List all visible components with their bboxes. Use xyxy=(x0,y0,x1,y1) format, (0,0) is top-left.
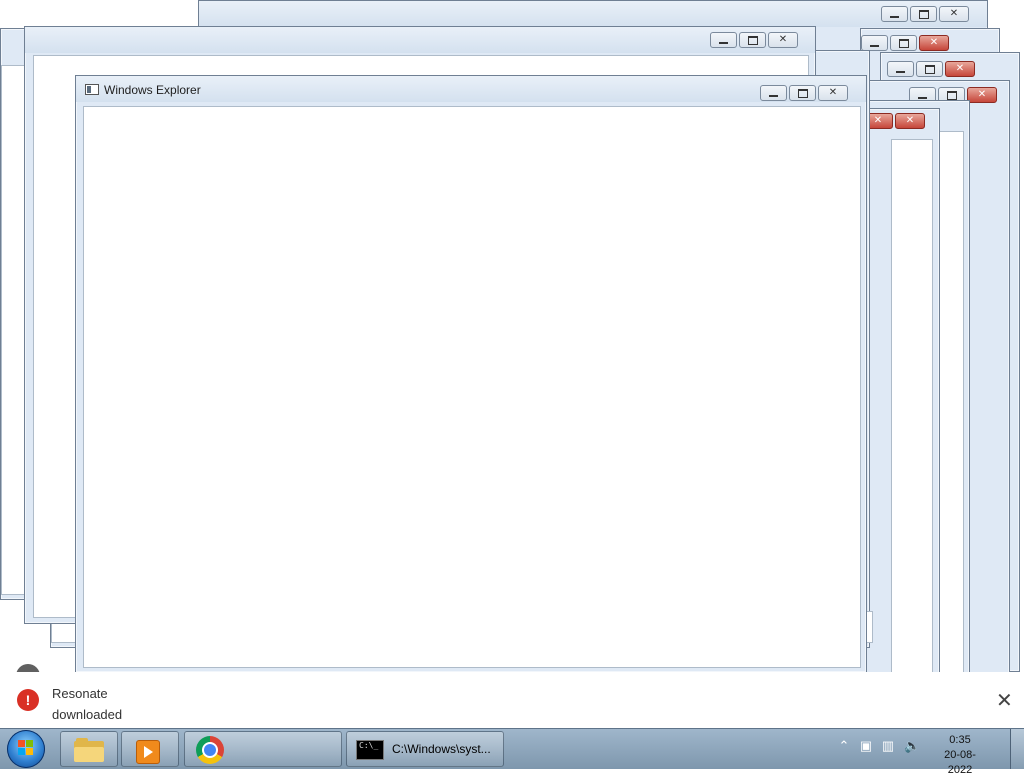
windows-explorer-caption-buttons: ✕ xyxy=(760,85,848,101)
taskbar: C:\_ C:\Windows\syst... ⌃ ▣ ▥ 🔈 0:35 20-… xyxy=(0,728,1024,776)
minimize-icon xyxy=(719,42,728,44)
close-button[interactable]: ✕ xyxy=(768,32,798,48)
close-button[interactable]: ✕ xyxy=(818,85,848,101)
minimize-icon xyxy=(890,16,899,18)
clock-date: 20-08-2022 xyxy=(944,749,976,776)
minimize-icon xyxy=(769,95,778,97)
minimize-icon xyxy=(896,71,905,73)
explorer-window-back-caption-buttons: ✕ xyxy=(710,32,798,48)
windows-explorer-icon xyxy=(74,738,104,762)
maximize-button[interactable] xyxy=(890,35,917,51)
close-icon: ✕ xyxy=(955,63,965,74)
download-notification: ! Resonate downloaded ✕ xyxy=(0,672,1024,728)
minimize-icon xyxy=(918,97,927,99)
windows-explorer-window[interactable]: Windows Explorer ✕ xyxy=(75,75,867,673)
maximize-icon xyxy=(898,38,909,48)
bg-window-1-titlebar xyxy=(199,1,987,27)
explorer-window-back-titlebar[interactable] xyxy=(25,27,815,53)
bg-window-3-caption-buttons: ✕ xyxy=(861,35,949,51)
maximize-icon xyxy=(924,64,935,74)
system-clock[interactable]: 0:35 20-08-2022 xyxy=(935,733,985,778)
minimize-button[interactable] xyxy=(710,32,737,48)
taskbar-windows-explorer[interactable] xyxy=(60,731,118,767)
windows-explorer-client xyxy=(83,106,861,668)
maximize-icon xyxy=(797,88,808,98)
notification-text: Resonate downloaded xyxy=(52,683,122,725)
command-prompt-icon: C:\_ xyxy=(356,740,384,760)
close-icon: ✕ xyxy=(977,89,987,100)
start-button[interactable] xyxy=(7,730,45,768)
close-icon: ✕ xyxy=(929,37,939,48)
minimize-icon xyxy=(870,45,879,47)
media-player-icon xyxy=(136,740,160,764)
maximize-button[interactable] xyxy=(739,32,766,48)
error-icon-glyph: ! xyxy=(25,692,31,708)
bg-window-1-caption-buttons: ✕ xyxy=(881,6,969,22)
maximize-button[interactable] xyxy=(910,6,937,22)
maximize-button[interactable] xyxy=(916,61,943,77)
window-title: Windows Explorer xyxy=(104,83,201,97)
show-hidden-icons-chevron-icon[interactable]: ⌃ xyxy=(836,737,852,755)
volume-icon[interactable]: 🔈 xyxy=(904,737,920,755)
command-prompt-label: C:\Windows\syst... xyxy=(392,742,491,756)
network-disconnected-icon[interactable]: ▥ xyxy=(880,737,896,755)
bg-window-7-caption-buttons: ✕ ✕ xyxy=(863,113,925,129)
close-button[interactable]: ✕ xyxy=(967,87,997,103)
close-button[interactable]: ✕ xyxy=(919,35,949,51)
window-app-icon xyxy=(85,84,99,95)
action-center-flag-icon[interactable]: ▣ xyxy=(858,737,874,755)
maximize-icon xyxy=(747,35,758,45)
taskbar-chrome[interactable] xyxy=(184,731,342,767)
close-icon: ✕ xyxy=(949,8,959,19)
close-icon: ✕ xyxy=(905,115,915,126)
minimize-button[interactable] xyxy=(861,35,888,51)
minimize-button[interactable] xyxy=(881,6,908,22)
close-icon: ✕ xyxy=(873,115,883,126)
taskbar-media-player[interactable] xyxy=(121,731,179,767)
close-icon: ✕ xyxy=(828,87,838,98)
clock-time: 0:35 xyxy=(949,734,971,746)
notification-line-1: Resonate xyxy=(52,686,108,701)
notification-line-2: downloaded xyxy=(52,707,123,722)
maximize-button[interactable] xyxy=(789,85,816,101)
close-icon: ✕ xyxy=(778,34,788,45)
cmd-icon-text: C:\_ xyxy=(359,741,379,750)
maximize-icon xyxy=(918,9,929,19)
bg-window-7-client xyxy=(891,139,933,693)
bg-window-4-caption-buttons: ✕ xyxy=(887,61,975,77)
close-button[interactable]: ✕ xyxy=(945,61,975,77)
close-button-2[interactable]: ✕ xyxy=(895,113,925,129)
minimize-button[interactable] xyxy=(887,61,914,77)
chrome-icon xyxy=(196,736,224,764)
notification-close-icon[interactable]: ✕ xyxy=(996,688,1013,713)
minimize-button[interactable] xyxy=(760,85,787,101)
error-icon: ! xyxy=(17,689,39,711)
show-desktop-button[interactable] xyxy=(1010,729,1024,769)
taskbar-command-prompt[interactable]: C:\_ C:\Windows\syst... xyxy=(346,731,504,767)
close-button[interactable]: ✕ xyxy=(939,6,969,22)
windows-logo-icon xyxy=(18,740,34,756)
maximize-icon xyxy=(946,90,957,100)
